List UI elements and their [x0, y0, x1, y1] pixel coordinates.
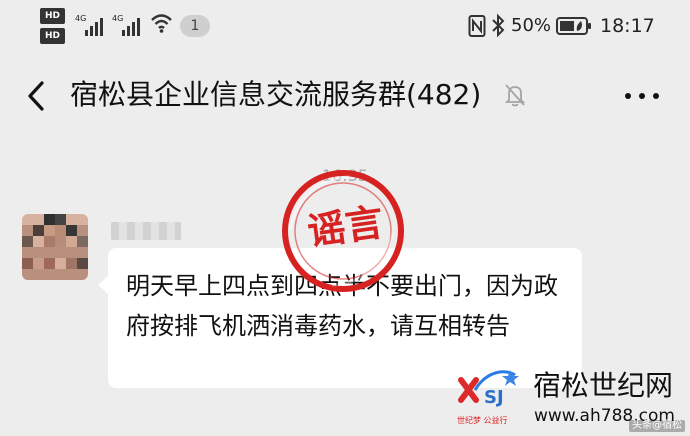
avatar-pixel [44, 236, 55, 247]
avatar-pixel [66, 258, 77, 269]
wifi-icon [151, 14, 172, 33]
bluetooth-icon [492, 13, 505, 38]
chat-header: 宿松县企业信息交流服务群(482) [0, 54, 690, 136]
avatar-pixel [33, 236, 44, 247]
sender-avatar[interactable] [22, 214, 88, 280]
avatar-pixel [66, 225, 77, 236]
watermark-logo-subtitle: 世纪梦 公益行 [457, 416, 508, 425]
signal-icon-1: 4G [75, 12, 105, 38]
status-clock: 18:17 [600, 15, 655, 37]
avatar-pixel [55, 225, 66, 236]
avatar-pixel [22, 258, 33, 269]
avatar-pixel [44, 214, 55, 225]
hd-badge-top: HD [40, 8, 65, 24]
avatar-pixel [77, 258, 88, 269]
chat-title: 宿松县企业信息交流服务群(482) [70, 78, 482, 111]
watermark-corner-text: 头条@宿松 [629, 420, 685, 432]
network-label-2: 4G [112, 14, 123, 23]
status-bar: HD HD 4G 4G 1 50% 18:17 [0, 0, 690, 54]
battery-icon [556, 17, 591, 35]
avatar-pixel [66, 236, 77, 247]
bell-muted-icon [504, 84, 526, 107]
xsj-logo-icon: SJ [458, 370, 519, 408]
watermark-brand: 宿松世纪网 [533, 369, 674, 402]
hd-badge-bottom: HD [40, 28, 65, 44]
network-label-1: 4G [75, 14, 86, 23]
nfc-icon [468, 15, 486, 37]
avatar-pixel [44, 225, 55, 236]
site-watermark: SJ 世纪梦 公益行 宿松世纪网 www.ah788.com 头条@宿松 [457, 362, 690, 436]
avatar-pixel [77, 236, 88, 247]
rumor-stamp: 谣言 [272, 160, 414, 302]
avatar-pixel [55, 258, 66, 269]
sender-name-blurred [111, 222, 181, 240]
svg-text:SJ: SJ [484, 387, 504, 408]
avatar-pixel [33, 225, 44, 236]
volte-badges: HD HD [40, 8, 70, 48]
signal-icon-2: 4G [112, 12, 142, 38]
avatar-pixel [44, 258, 55, 269]
battery-percent: 50% [511, 15, 552, 36]
avatar-pixel [55, 214, 66, 225]
avatar-pixel [55, 236, 66, 247]
more-button[interactable] [620, 88, 664, 104]
notification-count: 1 [180, 15, 210, 37]
avatar-pixel [33, 258, 44, 269]
back-button[interactable] [18, 76, 54, 116]
avatar-pixel [22, 236, 33, 247]
